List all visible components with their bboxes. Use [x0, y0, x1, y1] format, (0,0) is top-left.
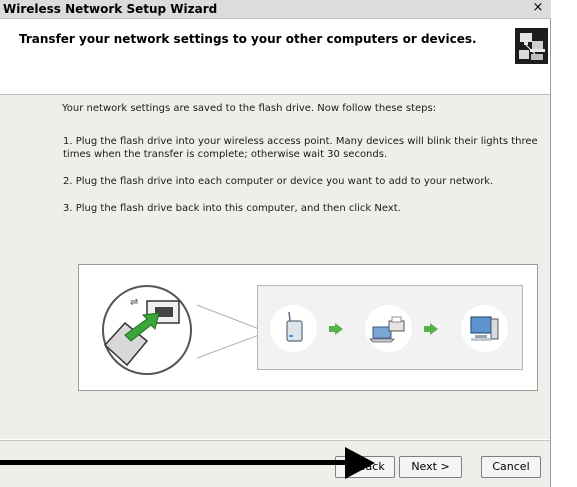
- page-title: Transfer your network settings to your o…: [19, 32, 477, 46]
- step-2: 2. Plug the flash drive into each comput…: [63, 176, 494, 187]
- pointer-arrow-icon: [345, 447, 375, 479]
- computer-icon: [461, 305, 508, 352]
- wizard-header: Transfer your network settings to your o…: [0, 19, 550, 95]
- title-bar[interactable]: Wireless Network Setup Wizard ×: [0, 0, 551, 19]
- pointer-arrow-line: [0, 460, 352, 465]
- network-devices-icon: [515, 28, 548, 64]
- wireless-access-point-icon: [270, 305, 317, 352]
- next-button[interactable]: Next >: [399, 456, 462, 478]
- cancel-button[interactable]: Cancel: [481, 456, 541, 478]
- step-3: 3. Plug the flash drive back into this c…: [63, 203, 401, 214]
- flow-arrow-icon-2: [424, 323, 438, 335]
- laptop-printer-icon: [365, 305, 412, 352]
- wizard-body: Your network settings are saved to the f…: [0, 95, 550, 439]
- steps-list: 1. Plug the flash drive into your wirele…: [63, 135, 543, 229]
- transfer-illustration: ⇌: [78, 264, 538, 391]
- svg-text:⇌: ⇌: [130, 297, 138, 308]
- usb-flash-drive-icon: ⇌: [102, 285, 192, 375]
- wizard-window: Wireless Network Setup Wizard × Transfer…: [0, 0, 551, 487]
- window-title: Wireless Network Setup Wizard: [3, 2, 218, 16]
- intro-text: Your network settings are saved to the f…: [62, 103, 437, 114]
- flow-arrow-icon: [329, 323, 343, 335]
- device-flow-panel: [257, 285, 523, 370]
- close-button[interactable]: ×: [531, 1, 545, 15]
- step-1: 1. Plug the flash drive into your wirele…: [63, 136, 538, 160]
